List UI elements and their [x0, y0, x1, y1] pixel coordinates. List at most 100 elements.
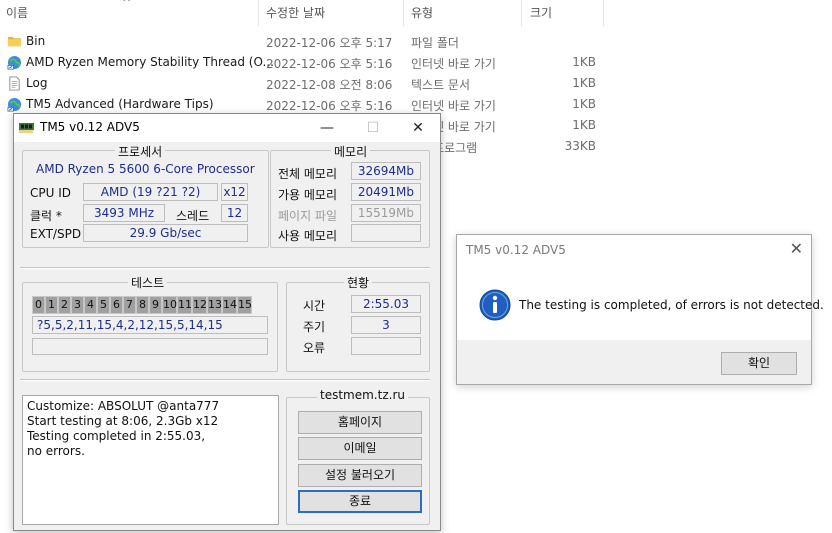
tm5-window: TM5 v0.12 ADV5 — ☐ ✕ 프로세서 AMD Ryzen 5 56…: [13, 113, 441, 531]
log-line: Start testing at 8:06, 2.3Gb x12: [27, 414, 219, 428]
exit-button[interactable]: 종료: [298, 490, 422, 513]
ext-spd-value: 29.9 Gb/sec: [83, 224, 248, 242]
cycle-label: 주기: [303, 320, 326, 334]
page-file-value: 15519Mb: [351, 204, 421, 222]
test-cell-7: 7: [123, 296, 136, 314]
file-type: 인터넷 바로 가기: [411, 57, 496, 71]
site-link[interactable]: testmem.tz.ru: [317, 388, 408, 402]
file-row-bin[interactable]: Bin 2022-12-06 오후 5:17 파일 폴더: [0, 31, 610, 52]
processor-name: AMD Ryzen 5 5600 6-Core Processor: [36, 162, 255, 176]
time-value: 2:55.03: [351, 295, 421, 313]
test-cell-10: 10: [162, 296, 177, 314]
status-group-title: 현황: [344, 274, 373, 291]
processor-group-title: 프로세서: [115, 143, 166, 160]
text-document-icon: [9, 76, 20, 91]
folder-icon: [7, 36, 22, 47]
test-cell-8: 8: [136, 296, 149, 314]
file-row-tm5-advanced[interactable]: TM5 Advanced (Hardware Tips) 2022-12-06 …: [0, 94, 610, 115]
title-bar[interactable]: TM5 v0.12 ADV5 — ☐ ✕: [14, 114, 440, 142]
column-separator[interactable]: [258, 0, 259, 26]
test-cells: 0 1 2 3 4 5 6 7 8 9 10 11 12 13 14 15: [32, 296, 252, 314]
sort-ascending-icon: ^: [122, 0, 132, 9]
ok-button[interactable]: 확인: [721, 352, 797, 375]
test-cell-4: 4: [84, 296, 97, 314]
log-textbox[interactable]: Customize: ABSOLUT @anta777 Start testin…: [22, 395, 279, 525]
test-cell-12: 12: [192, 296, 207, 314]
ext-spd-label: EXT/SPD: [30, 227, 82, 241]
file-row-amd-ryzen-memory[interactable]: AMD Ryzen Memory Stability Thread (O... …: [0, 52, 610, 73]
file-date: 2022-12-06 오후 5:16: [266, 57, 393, 71]
column-header-size[interactable]: 크기: [530, 0, 552, 26]
test-group-title: 테스트: [128, 274, 168, 291]
file-type: 인터넷 바로 가기: [411, 99, 496, 113]
load-settings-button[interactable]: 설정 불러오기: [298, 464, 422, 487]
dialog-message: The testing is completed, of errors is n…: [519, 298, 824, 312]
file-name: Bin: [26, 34, 46, 48]
clock-value: 3493 MHz: [83, 204, 165, 222]
available-memory-value: 20491Mb: [351, 183, 421, 201]
test-cell-15: 15: [237, 296, 252, 314]
file-size: 1KB: [572, 118, 596, 132]
column-header-type[interactable]: 유형: [411, 0, 433, 26]
test-cell-5: 5: [97, 296, 110, 314]
file-date: 2022-12-08 오전 8:06: [266, 78, 393, 92]
log-line: Testing completed in 2:55.03,: [27, 429, 206, 443]
used-memory-label: 사용 메모리: [278, 229, 338, 243]
test-cell-9: 9: [149, 296, 162, 314]
test-cell-11: 11: [177, 296, 192, 314]
thread-label: 스레드: [176, 209, 210, 223]
column-separator[interactable]: [403, 0, 404, 26]
file-date: 2022-12-06 오후 5:16: [266, 99, 393, 113]
cpu-multiplier: x12: [221, 183, 248, 201]
file-date: 2022-12-06 오후 5:17: [266, 36, 393, 50]
file-size: 1KB: [572, 76, 596, 90]
file-size: 1KB: [572, 97, 596, 111]
info-icon: [479, 289, 511, 321]
separator: [20, 379, 430, 381]
separator: [20, 267, 430, 269]
memory-chip-icon: [19, 123, 34, 133]
test-cell-3: 3: [71, 296, 84, 314]
close-button[interactable]: ✕: [395, 114, 441, 142]
test-sequence: ?5,5,2,11,15,4,2,12,15,5,14,15: [32, 316, 268, 334]
homepage-button[interactable]: 홈페이지: [298, 411, 422, 434]
email-button[interactable]: 이메일: [298, 437, 422, 460]
column-separator[interactable]: [521, 0, 522, 26]
error-value: [351, 337, 421, 355]
test-cell-2: 2: [58, 296, 71, 314]
column-header-name[interactable]: 이름: [6, 0, 28, 26]
thread-value: 12: [221, 204, 248, 222]
dialog-footer: 확인: [457, 340, 811, 384]
internet-shortcut-icon: [7, 97, 22, 112]
message-dialog: TM5 v0.12 ADV5 ✕ The testing is complete…: [456, 234, 824, 385]
file-type: 넷 바로 가기: [433, 120, 496, 134]
test-cell-1: 1: [45, 296, 58, 314]
file-name: AMD Ryzen Memory Stability Thread (O...: [26, 55, 274, 69]
file-name: TM5 Advanced (Hardware Tips): [26, 97, 214, 111]
log-line: no errors.: [27, 444, 85, 458]
window-title: TM5 v0.12 ADV5: [40, 120, 140, 134]
file-row-log[interactable]: Log 2022-12-08 오전 8:06 텍스트 문서 1KB: [0, 73, 610, 94]
test-progress-bar: [32, 338, 268, 355]
file-name: Log: [26, 76, 48, 90]
time-label: 시간: [303, 299, 326, 313]
cycle-value: 3: [351, 316, 421, 334]
cpu-id-value: AMD (19 ?21 ?2): [83, 183, 218, 201]
column-header-date[interactable]: 수정한 날짜: [266, 0, 325, 26]
file-size: 33KB: [564, 139, 596, 153]
column-separator[interactable]: [603, 0, 604, 26]
cpu-id-label: CPU ID: [30, 186, 71, 200]
memory-group-title: 메모리: [331, 143, 371, 160]
file-type: 텍스트 문서: [411, 78, 471, 92]
test-cell-14: 14: [222, 296, 237, 314]
dialog-title: TM5 v0.12 ADV5: [466, 243, 566, 257]
maximize-button: ☐: [366, 120, 380, 136]
clock-label: 클럭 *: [30, 209, 62, 223]
log-line: Customize: ABSOLUT @anta777: [27, 399, 220, 413]
total-memory-label: 전체 메모리: [278, 167, 338, 181]
minimize-button[interactable]: —: [304, 114, 350, 142]
dialog-close-button[interactable]: ✕: [790, 239, 803, 258]
test-cell-6: 6: [110, 296, 123, 314]
page-file-label: 페이지 파일: [278, 209, 338, 223]
file-size: 1KB: [572, 55, 596, 69]
